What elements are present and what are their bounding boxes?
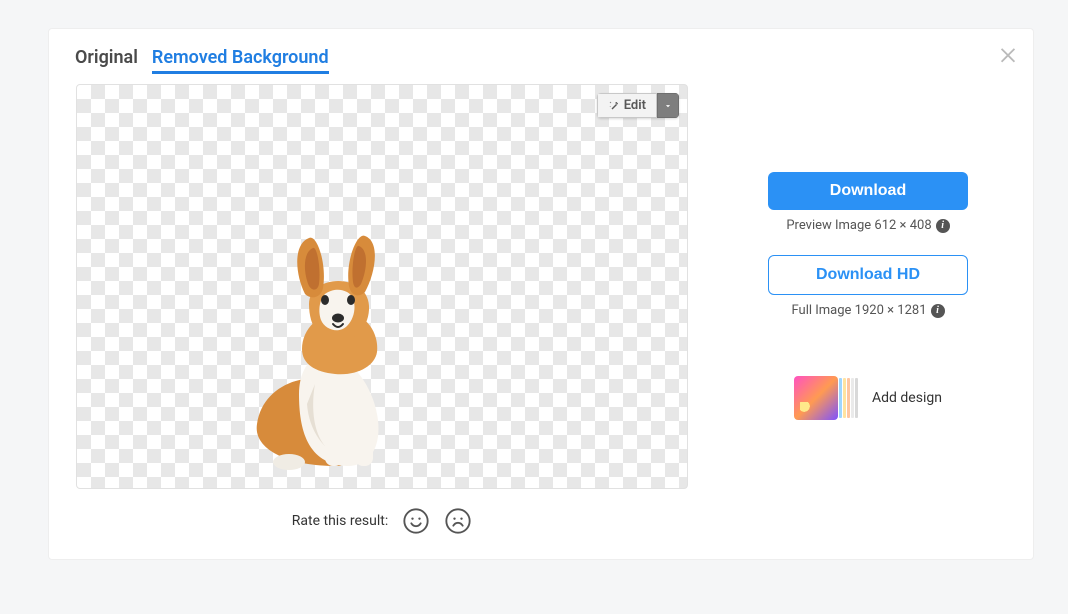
result-preview: Edit <box>76 84 688 489</box>
rate-label: Rate this result: <box>292 513 388 529</box>
preview-meta: Preview Image 612 × 408 i <box>786 218 949 233</box>
content-columns: Edit Rate this result: <box>75 84 1007 535</box>
edit-label: Edit <box>624 98 646 113</box>
add-design-label: Add design <box>872 390 942 406</box>
edit-dropdown[interactable] <box>657 93 679 118</box>
download-hd-button[interactable]: Download HD <box>768 255 968 295</box>
full-meta-text: Full Image 1920 × 1281 <box>791 303 926 318</box>
close-icon <box>997 43 1019 65</box>
chevron-down-icon <box>663 101 673 111</box>
result-card: Original Removed Background <box>48 28 1034 560</box>
tab-removed-background[interactable]: Removed Background <box>152 47 329 74</box>
full-meta: Full Image 1920 × 1281 i <box>791 303 944 318</box>
tab-original[interactable]: Original <box>75 47 138 74</box>
edit-button[interactable]: Edit <box>597 93 657 118</box>
download-button[interactable]: Download <box>768 172 968 210</box>
subject-corgi <box>207 234 467 474</box>
preview-meta-text: Preview Image 612 × 408 <box>786 218 931 233</box>
left-column: Edit Rate this result: <box>75 84 689 535</box>
wand-icon <box>608 100 620 112</box>
rate-good[interactable] <box>402 507 430 535</box>
rate-row: Rate this result: <box>292 507 472 535</box>
info-icon[interactable]: i <box>931 304 945 318</box>
edit-button-group: Edit <box>597 93 679 118</box>
tabs: Original Removed Background <box>75 47 1007 74</box>
rate-bad[interactable] <box>444 507 472 535</box>
right-column: Download Preview Image 612 × 408 i Downl… <box>729 84 1007 420</box>
design-thumb-icon <box>794 376 860 420</box>
close-button[interactable] <box>997 43 1019 69</box>
add-design-button[interactable]: Add design <box>794 376 942 420</box>
info-icon[interactable]: i <box>936 219 950 233</box>
